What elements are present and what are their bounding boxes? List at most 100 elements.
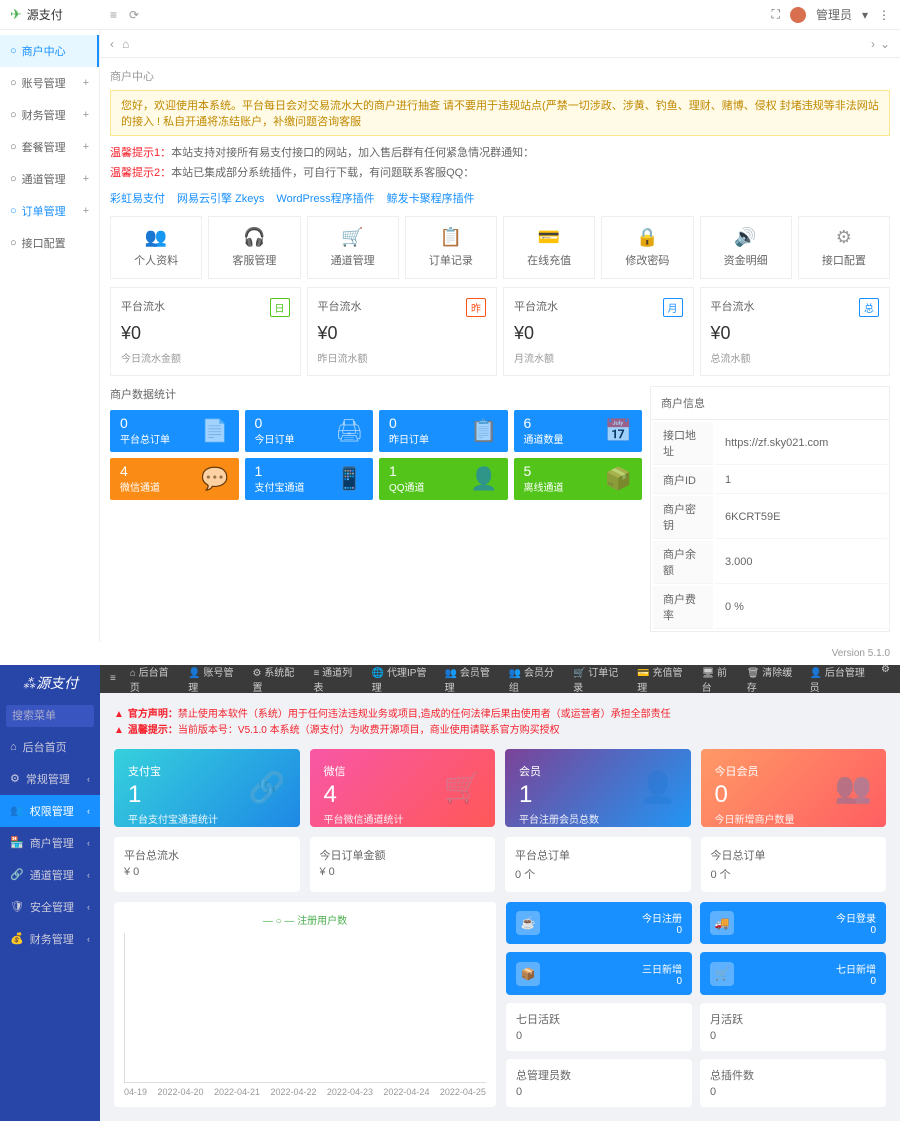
bot-sidebar-item-5[interactable]: 🛡安全管理‹ bbox=[0, 891, 100, 923]
topbar-item[interactable]: ⚙ 系统配置 bbox=[252, 664, 299, 694]
plugin-link[interactable]: 网易云引擎 Zkeys bbox=[177, 193, 264, 205]
nav-label: 通道管理 bbox=[30, 867, 74, 883]
metric-icon: 👤 bbox=[639, 770, 676, 805]
menu-toggle-icon[interactable]: ≡ bbox=[110, 673, 116, 684]
sidebar-item-0[interactable]: ○商户中心 bbox=[0, 35, 99, 67]
tab-more-icon[interactable]: ⌄ bbox=[880, 37, 890, 51]
menu-icon[interactable]: ≡ bbox=[110, 8, 117, 22]
topbar-item[interactable]: 💳 充值管理 bbox=[637, 664, 687, 694]
tab-prev-icon[interactable]: ‹ bbox=[110, 37, 114, 51]
sidebar-item-3[interactable]: ○套餐管理+ bbox=[0, 131, 99, 163]
sidebar-item-5[interactable]: ○订单管理+ bbox=[0, 195, 99, 227]
stats-title: 商户数据统计 bbox=[110, 386, 642, 402]
stat-card-4[interactable]: 4微信通道💬 bbox=[110, 458, 239, 500]
info-key: 商户ID bbox=[653, 467, 713, 494]
tab-next-icon[interactable]: › bbox=[871, 37, 875, 51]
stat-card-3[interactable]: 6通道数量📅 bbox=[514, 410, 643, 452]
stat-card-6[interactable]: 1QQ通道👤 bbox=[379, 458, 508, 500]
stat-label: 通道数量 bbox=[524, 431, 564, 446]
sum-title: 平台总流水 bbox=[124, 847, 290, 863]
stat-card-0[interactable]: 0平台总订单📄 bbox=[110, 410, 239, 452]
sidebar-item-6[interactable]: ○ 接口配置 bbox=[0, 227, 99, 259]
plugin-link[interactable]: WordPress程序插件 bbox=[276, 193, 374, 205]
topbar-right-item[interactable]: 🖥 前台 bbox=[702, 664, 733, 694]
metric-icon: 👥 bbox=[835, 770, 872, 805]
bot-sidebar-item-0[interactable]: ⌂后台首页 bbox=[0, 731, 100, 763]
stat-value: 0 bbox=[389, 415, 429, 431]
nav-label: 财务管理 bbox=[30, 931, 74, 947]
stat-value: 5 bbox=[524, 463, 564, 479]
quick-card-3[interactable]: 📋订单记录 bbox=[405, 216, 497, 279]
bot-sidebar-item-2[interactable]: 👥权限管理‹ bbox=[0, 795, 100, 827]
stat-label: 昨日订单 bbox=[389, 431, 429, 446]
avatar[interactable] bbox=[790, 7, 806, 23]
plugin-link[interactable]: 鲸发卡聚程序插件 bbox=[387, 193, 475, 205]
sidebar-item-2[interactable]: ○财务管理+ bbox=[0, 99, 99, 131]
quick-card-0[interactable]: 👥个人资料 bbox=[110, 216, 202, 279]
quick-card-1[interactable]: 🎧客服管理 bbox=[208, 216, 300, 279]
stat-icon: 📄 bbox=[201, 418, 228, 444]
topbar-item[interactable]: ⌂ 后台首页 bbox=[130, 664, 174, 694]
quick-card-2[interactable]: 🛒通道管理 bbox=[307, 216, 399, 279]
plugin-link[interactable]: 彩虹易支付 bbox=[110, 193, 165, 205]
quick-label: 接口配置 bbox=[803, 252, 885, 268]
stat-card-5[interactable]: 1支付宝通道📱 bbox=[245, 458, 374, 500]
stat-card-2[interactable]: 0昨日订单📋 bbox=[379, 410, 508, 452]
refresh-icon[interactable]: ⟳ bbox=[129, 8, 139, 22]
nav-label: 接口配置 bbox=[22, 235, 66, 251]
nav-label: 订单管理 bbox=[22, 203, 66, 219]
flow-value: ¥0 bbox=[514, 323, 683, 344]
nav-icon: ○ bbox=[10, 237, 17, 249]
stat-icon: 🖨 bbox=[335, 418, 363, 444]
white-title: 总插件数 bbox=[710, 1067, 876, 1083]
flow-value: ¥0 bbox=[711, 323, 880, 344]
sum-title: 今日订单金额 bbox=[320, 847, 486, 863]
topbar-right-item[interactable]: 👤 后台管理员 bbox=[810, 664, 867, 694]
quick-icon: 🛒 bbox=[312, 227, 394, 248]
search-box[interactable]: 🔍 bbox=[6, 705, 94, 727]
info-key: 商户余额 bbox=[653, 541, 713, 584]
quick-card-4[interactable]: 💳在线充值 bbox=[503, 216, 595, 279]
sum-value: ¥ 0 bbox=[320, 866, 486, 878]
bot-sidebar-item-6[interactable]: 💰财务管理‹ bbox=[0, 923, 100, 955]
sum-title: 平台总订单 bbox=[515, 847, 681, 863]
bot-sidebar-item-3[interactable]: 🏪商户管理‹ bbox=[0, 827, 100, 859]
metric-sub: 平台微信通道统计 bbox=[324, 811, 482, 826]
sidebar-item-4[interactable]: ○通道管理+ bbox=[0, 163, 99, 195]
chevron-left-icon: ‹ bbox=[87, 838, 90, 848]
topbar-item[interactable]: 👥 会员管理 bbox=[445, 664, 495, 694]
flow-value: ¥0 bbox=[121, 323, 290, 344]
bot-sidebar-item-4[interactable]: 🔗通道管理‹ bbox=[0, 859, 100, 891]
info-key: 商户费率 bbox=[653, 586, 713, 629]
quick-card-5[interactable]: 🔒修改密码 bbox=[601, 216, 693, 279]
bot-sidebar-item-1[interactable]: ⚙常规管理‹ bbox=[0, 763, 100, 795]
nav-icon: ⚙ bbox=[10, 772, 20, 785]
topbar-item[interactable]: 🛒 订单记录 bbox=[573, 664, 623, 694]
user-label[interactable]: 管理员 bbox=[816, 6, 852, 23]
quick-card-7[interactable]: ⚙接口配置 bbox=[798, 216, 890, 279]
topbar-item[interactable]: 👤 账号管理 bbox=[188, 664, 238, 694]
chevron-down-icon[interactable]: ▾ bbox=[862, 8, 868, 22]
quick-icon: 📋 bbox=[410, 227, 492, 248]
stat-card-7[interactable]: 5离线通道📦 bbox=[514, 458, 643, 500]
stat-card-1[interactable]: 0今日订单🖨 bbox=[245, 410, 374, 452]
quick-card-6[interactable]: 🔊资金明细 bbox=[700, 216, 792, 279]
home-icon[interactable]: ⌂ bbox=[122, 37, 129, 51]
brand-text: 源支付 bbox=[27, 6, 63, 23]
white-title: 月活跃 bbox=[710, 1011, 876, 1027]
topbar-item[interactable]: 👥 会员分组 bbox=[509, 664, 559, 694]
topbar-item[interactable]: ≡ 通道列表 bbox=[314, 664, 358, 694]
gear-icon[interactable]: ⚙ bbox=[881, 664, 890, 694]
sidebar-item-1[interactable]: ○账号管理+ bbox=[0, 67, 99, 99]
stat-value: 1 bbox=[389, 463, 425, 479]
stat-label: QQ通道 bbox=[389, 479, 425, 494]
nav-label: 常规管理 bbox=[26, 771, 70, 787]
topbar-right-item[interactable]: 🗑 清除缓存 bbox=[747, 664, 796, 694]
stat-value: 1 bbox=[255, 463, 305, 479]
info-value: 6KCRT59E bbox=[715, 496, 887, 539]
more-icon[interactable]: ⋮ bbox=[878, 8, 890, 22]
stat-value: 0 bbox=[120, 415, 170, 431]
info-key: 接口地址 bbox=[653, 422, 713, 465]
topbar-item[interactable]: 🌐 代理IP管理 bbox=[372, 664, 431, 694]
fullscreen-icon[interactable]: ⛶ bbox=[772, 7, 780, 22]
